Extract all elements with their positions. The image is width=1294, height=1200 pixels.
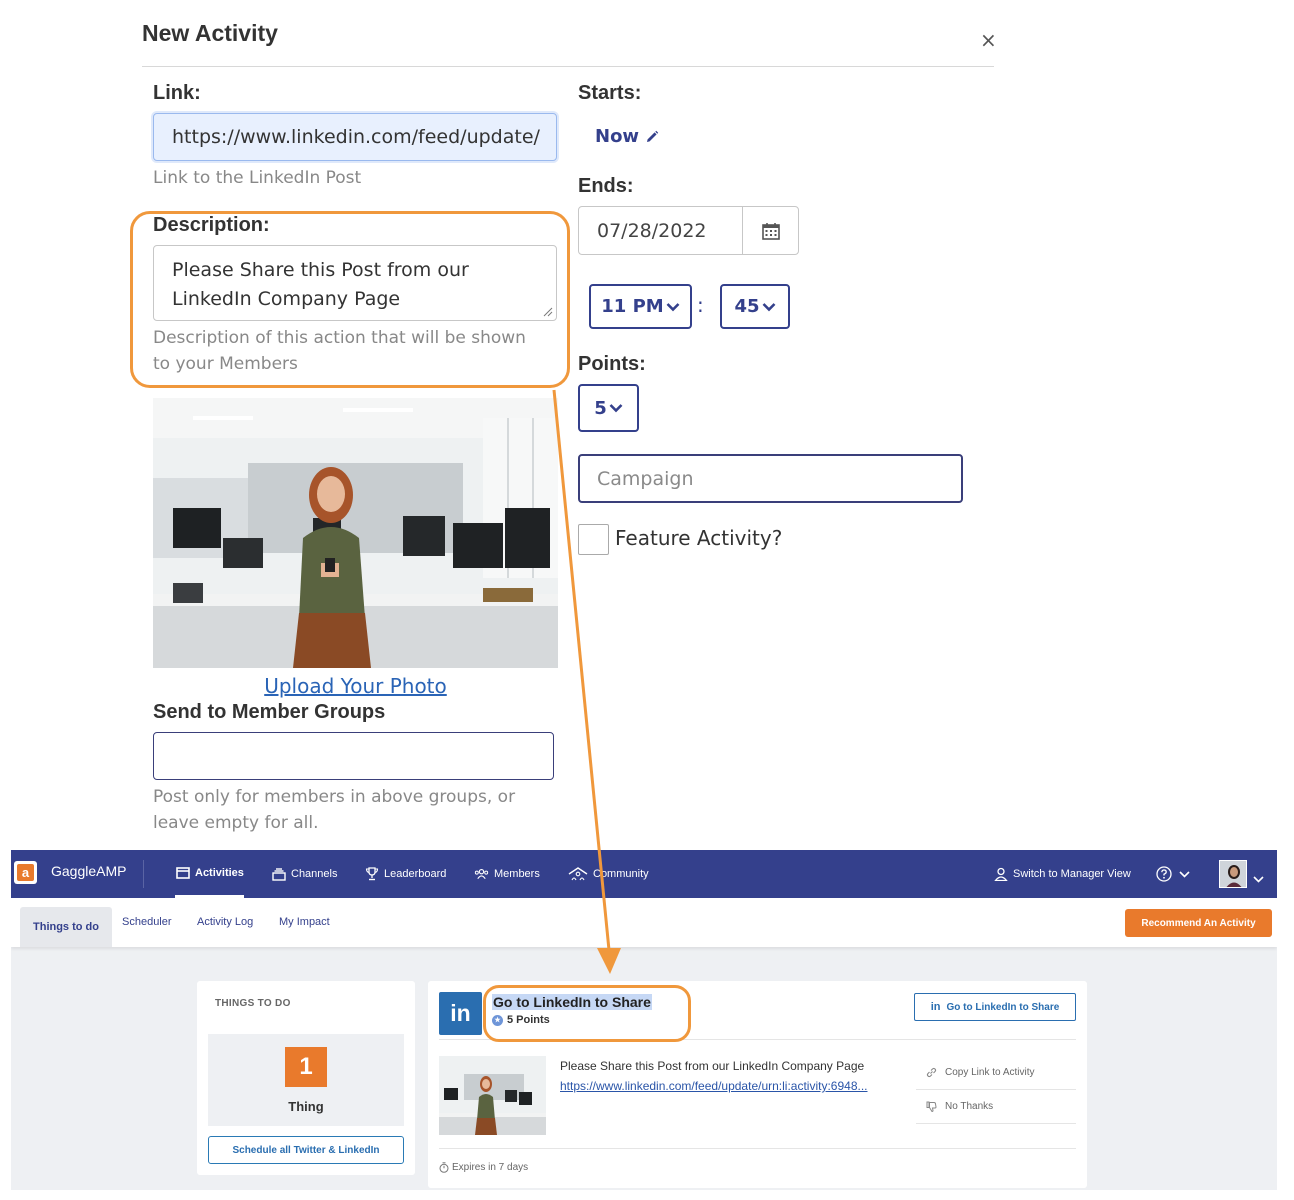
modal-divider [142,66,994,67]
linkedin-icon: in [439,992,482,1035]
things-count-badge: 1 [285,1047,327,1087]
starts-label: Starts: [578,82,642,104]
trophy-icon [364,867,379,882]
calendar-icon[interactable] [742,207,798,254]
avatar[interactable] [1219,860,1247,888]
member-groups-input[interactable] [153,732,554,780]
activity-description: Please Share this Post from our LinkedIn… [560,1059,865,1073]
chevron-down-icon [1177,867,1192,882]
modal-title: New Activity [142,20,278,46]
switch-manager-view-label: Switch to Manager View [1013,868,1131,880]
switch-manager-view[interactable]: Switch to Manager View [993,850,1131,898]
feature-activity-checkbox[interactable] [578,524,609,555]
activity-photo [153,398,558,668]
recommend-activity-button[interactable]: Recommend An Activity [1125,909,1272,937]
time-separator: : [697,293,704,317]
link-input[interactable]: https://www.linkedin.com/feed/update/ [153,113,557,161]
member-groups-label: Send to Member Groups [153,701,386,723]
end-minute-select[interactable]: 45 [720,284,790,329]
nav-leaderboard[interactable]: Leaderboard [364,850,446,898]
tab-scheduler[interactable]: Scheduler [110,907,184,937]
campaign-input[interactable]: Campaign [578,454,963,503]
nav-community[interactable]: Community [568,850,649,898]
expires-label: Expires in 7 days [452,1162,529,1173]
help-menu[interactable] [1155,850,1192,898]
nav-members-label: Members [494,868,540,880]
things-to-do-title: THINGS TO DO [215,998,291,1009]
starts-now-link[interactable]: Now [595,126,659,147]
copy-link-label: Copy Link to Activity [945,1067,1035,1078]
link-input-value: https://www.linkedin.com/feed/update/ [172,126,540,148]
chevron-down-icon[interactable] [1253,868,1264,887]
nav-divider [143,860,144,888]
help-icon [1155,866,1172,883]
nav-activities-label: Activities [195,866,244,879]
no-thanks-action[interactable]: No Thanks [916,1090,1076,1124]
points-value: 5 [594,397,607,419]
activity-thumbnail [439,1056,546,1135]
user-icon [993,867,1008,882]
expires-text: Expires in 7 days [439,1162,528,1173]
member-groups-help-text: Post only for members in above groups, o… [153,787,516,833]
linkedin-small-icon: in [930,1001,941,1013]
things-to-do-card: THINGS TO DO 1 Thing Schedule all Twitte… [197,981,415,1175]
things-count-box: 1 Thing [208,1034,404,1126]
chevron-down-icon [609,404,623,413]
starts-value: Now [595,126,640,147]
gaggleamp-logo[interactable]: a [14,861,37,884]
close-icon[interactable]: × [980,28,997,52]
go-to-linkedin-label: Go to LinkedIn to Share [946,1001,1060,1013]
activity-title-highlight [483,985,691,1042]
no-thanks-label: No Thanks [945,1101,994,1112]
copy-link-action[interactable]: Copy Link to Activity [916,1056,1076,1090]
nav-channels-label: Channels [291,868,338,880]
description-highlight-box [130,211,570,388]
things-count-label: Thing [288,1099,324,1114]
end-hour-select[interactable]: 11 PM [589,284,692,329]
schedule-all-button[interactable]: Schedule all Twitter & LinkedIn [208,1136,404,1164]
upload-photo-link[interactable]: Upload Your Photo [153,674,558,698]
tab-my-impact[interactable]: My Impact [267,907,342,937]
nav-community-label: Community [593,868,649,880]
community-icon [568,867,588,882]
points-label: Points: [578,353,646,375]
activity-post-link[interactable]: https://www.linkedin.com/feed/update/urn… [560,1079,902,1093]
pencil-icon [647,130,659,142]
ends-label: Ends: [578,175,634,197]
chevron-down-icon [666,302,680,311]
card-footer-divider [439,1148,1076,1149]
people-icon [474,867,489,882]
end-date-input[interactable]: 07/28/2022 [578,206,799,255]
tab-things-to-do[interactable]: Things to do [20,907,112,947]
app-screenshot: a GaggleAMP Activities Channels Leaderbo… [11,850,1277,1190]
end-minute-value: 45 [734,296,760,317]
nav-members[interactable]: Members [474,850,540,898]
nav-channels[interactable]: Channels [271,850,337,898]
inbox-icon [175,865,190,880]
tab-activity-log[interactable]: Activity Log [185,907,265,937]
thumbs-down-icon [926,1101,937,1112]
link-help-text: Link to the LinkedIn Post [153,168,362,188]
brand-name: GaggleAMP [51,863,127,879]
go-to-linkedin-button[interactable]: in Go to LinkedIn to Share [914,993,1076,1021]
stopwatch-icon [439,1162,449,1173]
campaign-placeholder: Campaign [597,467,694,490]
nav-leaderboard-label: Leaderboard [384,868,447,880]
link-icon [926,1067,937,1078]
points-select[interactable]: 5 [578,384,639,432]
end-date-value: 07/28/2022 [597,219,707,242]
feature-activity-label: Feature Activity? [615,526,783,550]
nav-activities[interactable]: Activities [175,850,244,898]
stack-icon [271,867,286,882]
end-hour-value: 11 PM [601,296,664,317]
link-label: Link: [153,82,201,104]
chevron-down-icon [762,302,775,311]
